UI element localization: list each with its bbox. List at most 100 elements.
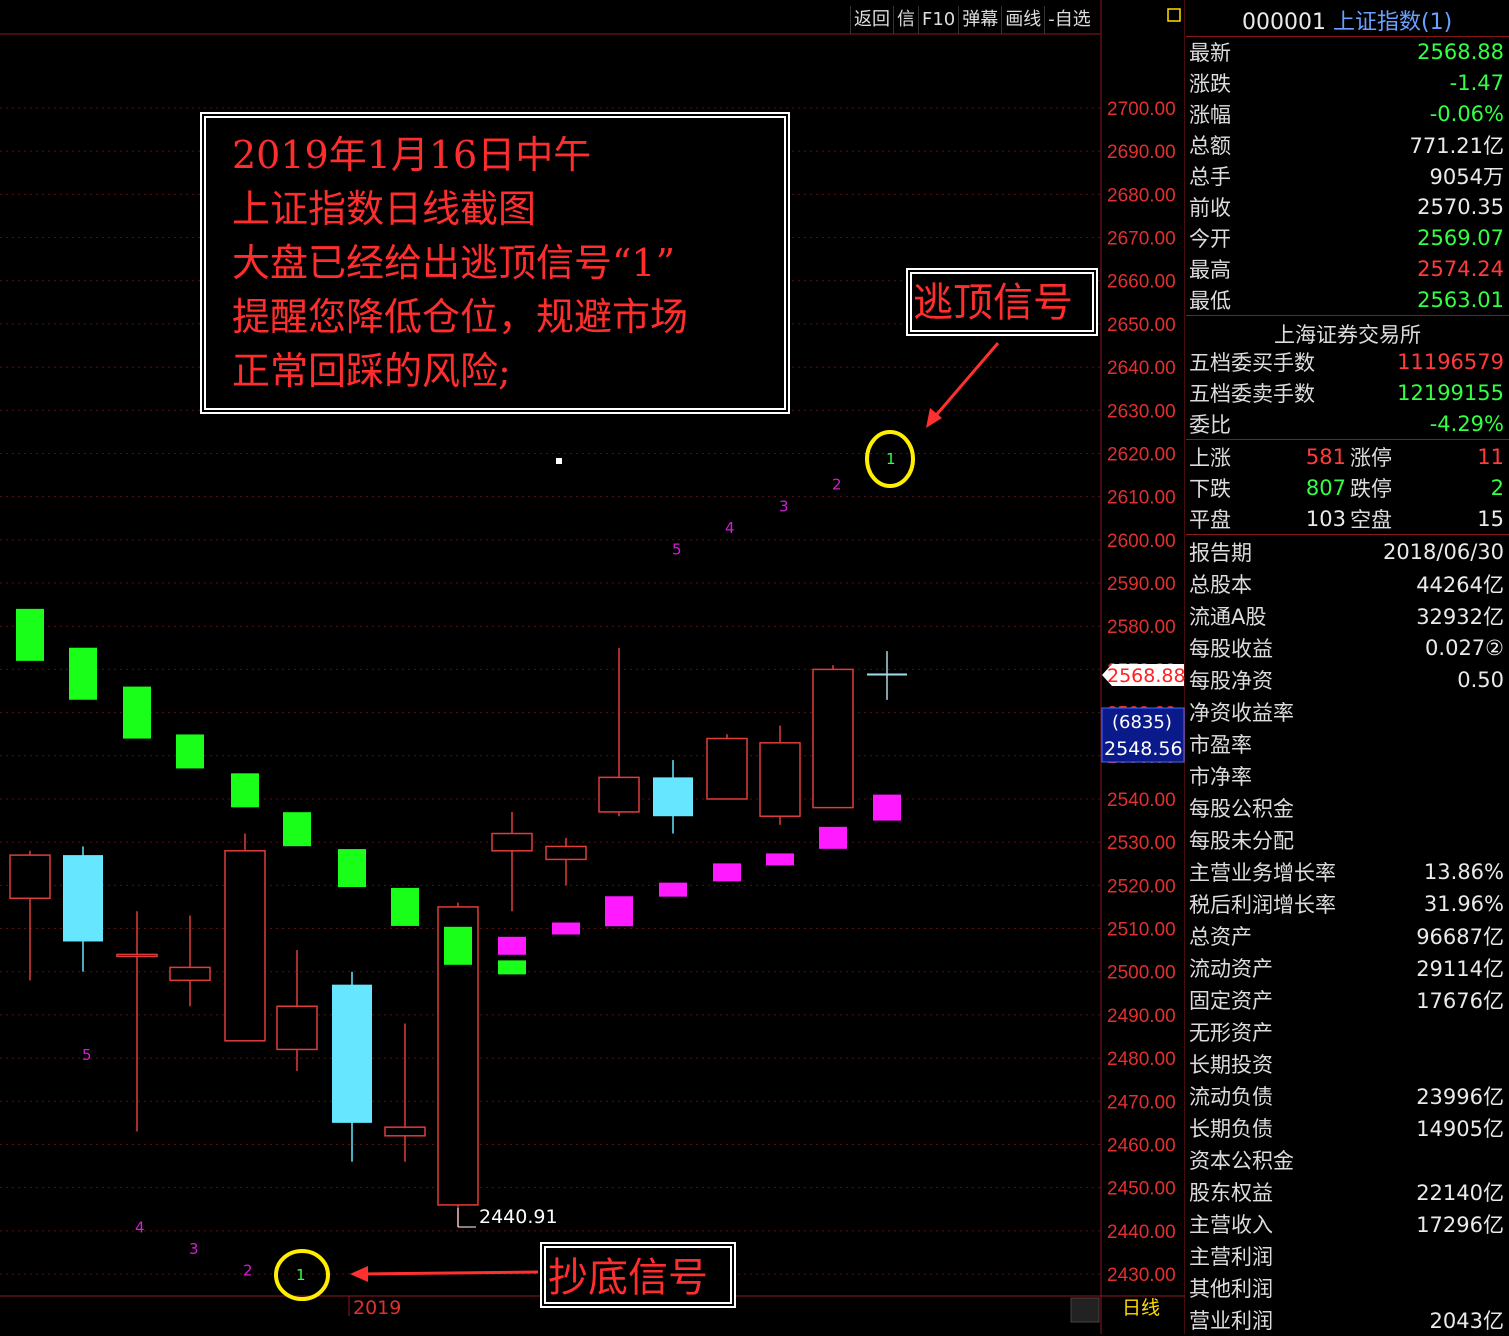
quote-row: 资本公积金 (1186, 1144, 1506, 1176)
quote-row: 其他利润 (1186, 1272, 1506, 1304)
magenta-signal-bar (498, 936, 526, 955)
row-value: 2563.01 (1417, 287, 1504, 312)
candle-body-up (9, 854, 51, 900)
toolbar-button-4[interactable]: 画线 (1001, 6, 1044, 34)
annotation-line: 大盘已经给出逃顶信号“1” (232, 241, 676, 285)
row-value: 2570.35 (1417, 194, 1504, 219)
toolbar-button-1[interactable]: 信 (893, 6, 918, 34)
y-tick-label: 2620.00 (1107, 444, 1176, 465)
y-tick-label: 2460.00 (1107, 1135, 1176, 1156)
quote-title: 000001 上证指数(1) (1242, 4, 1452, 36)
quote-row: 前收 2570.35 (1186, 191, 1506, 222)
magenta-signal-bar (605, 896, 633, 927)
breadth-cell: 2 (1490, 475, 1504, 500)
quote-row: 长期负债 14905亿 (1186, 1112, 1506, 1144)
breadth-cell: 下跌 (1189, 476, 1231, 501)
quote-row: 委比 -4.29% (1186, 408, 1506, 439)
crosshair-count: (6835) (1112, 712, 1172, 733)
year-label: 2019 (353, 1297, 401, 1319)
breadth-cell: 11 (1477, 444, 1504, 469)
breadth-row: 下跌 807 跌停 2 (1186, 472, 1506, 503)
row-label: 流动负债 (1189, 1085, 1273, 1109)
row-label: 总额 (1189, 133, 1231, 158)
quote-row: 固定资产 17676亿 (1186, 984, 1506, 1016)
chart-toolbar: 返回信 F10 弹幕 画线 -自选 (850, 6, 1094, 34)
row-label: 无形资产 (1189, 1021, 1273, 1045)
row-label: 税后利润增长率 (1189, 893, 1336, 917)
y-tick-label: 2640.00 (1107, 358, 1176, 379)
row-label: 总资产 (1189, 925, 1252, 949)
green-signal-bar (444, 926, 472, 965)
divider (1186, 439, 1509, 440)
quote-row: 最高 2574.24 (1186, 253, 1506, 284)
row-label: 其他利润 (1189, 1277, 1273, 1301)
candle-body-up (545, 845, 587, 861)
row-label: 主营收入 (1189, 1213, 1273, 1237)
sequence-number: 5 (82, 1046, 92, 1064)
row-value: 32932亿 (1416, 605, 1504, 629)
y-tick-label: 2530.00 (1107, 833, 1176, 854)
toolbar-button-5[interactable]: -自选 (1044, 6, 1094, 34)
quote-row: 每股公积金 (1186, 792, 1506, 824)
y-tick-label: 2450.00 (1107, 1179, 1176, 1200)
green-signal-bar (69, 647, 97, 700)
row-value: 23996亿 (1416, 1085, 1504, 1109)
quote-row: 五档委卖手数 12199155 (1186, 377, 1506, 408)
quote-row: 每股未分配 (1186, 824, 1506, 856)
row-value: -1.47 (1449, 70, 1504, 95)
row-label: 每股收益 (1189, 637, 1273, 661)
bottom-signal-arrow (361, 1270, 539, 1276)
candle-body-up (598, 776, 640, 813)
candle-body-down (63, 855, 103, 942)
toolbar-button-3[interactable]: 弹幕 (958, 6, 1001, 34)
magenta-signal-bar (713, 863, 741, 882)
sequence-number: 2 (243, 1262, 253, 1280)
y-tick-label: 2490.00 (1107, 1006, 1176, 1027)
quote-row: 主营利润 (1186, 1240, 1506, 1272)
row-label: 主营业务增长率 (1189, 861, 1336, 885)
row-label: 营业利润 (1189, 1309, 1273, 1333)
candle-body-up (224, 850, 266, 1042)
top-signal-arrow (930, 342, 1000, 421)
stock-code: 000001 (1242, 10, 1333, 35)
breadth-row: 平盘 103 空盘 15 (1186, 503, 1506, 534)
row-value: 22140亿 (1416, 1181, 1504, 1205)
stock-name: 上证指数(1) (1332, 10, 1453, 35)
quote-row: 总股本 44264亿 (1186, 568, 1506, 600)
row-value: 96687亿 (1416, 925, 1504, 949)
row-label: 报告期 (1189, 541, 1252, 565)
breadth-cell: 涨停 (1350, 445, 1392, 470)
row-label: 涨跌 (1189, 71, 1231, 96)
y-tick-label: 2440.00 (1107, 1222, 1176, 1243)
row-label: 前收 (1189, 195, 1231, 220)
y-tick-label: 2660.00 (1107, 272, 1176, 293)
breadth-cell: 15 (1477, 506, 1504, 531)
row-value: -0.06% (1429, 101, 1504, 126)
toolbar-button-2[interactable]: F10 (918, 6, 958, 34)
y-tick-label: 2520.00 (1107, 876, 1176, 897)
top-signal-label: 逃顶信号 (913, 280, 1073, 326)
quote-row: 营业利润 2043亿 (1186, 1304, 1506, 1336)
quote-row: 每股收益 0.027② (1186, 632, 1506, 664)
green-signal-bar (283, 812, 311, 847)
y-tick-label: 2580.00 (1107, 617, 1176, 638)
annotation-text: 2019年1月16日中午 上证指数日线截图 大盘已经给出逃顶信号“1” 提醒您降低仓位… (232, 128, 688, 398)
bottom-signal-arrowhead (350, 1266, 368, 1282)
sequence-number: 1 (886, 450, 896, 468)
sequence-number: 4 (135, 1218, 145, 1236)
toolbar-button-0[interactable]: 返回 (850, 6, 893, 34)
green-signal-bar (338, 849, 366, 888)
crosshair-price: 2548.56 (1104, 738, 1183, 760)
magenta-signal-bar (766, 853, 794, 866)
quote-row: 净资收益率 (1186, 696, 1506, 728)
row-value: 11196579 (1397, 349, 1504, 374)
green-signal-bar (391, 887, 419, 926)
quote-row: 税后利润增长率 31.96% (1186, 888, 1506, 920)
row-label: 每股未分配 (1189, 829, 1294, 853)
annotation-line: 提醒您降低仓位，规避市场 (232, 295, 689, 339)
quote-row: 股东权益 22140亿 (1186, 1176, 1506, 1208)
quote-row: 无形资产 (1186, 1016, 1506, 1048)
breadth-cell: 103 (1305, 506, 1346, 531)
row-value: 2043亿 (1429, 1309, 1504, 1333)
panel-toggle-icon (1167, 8, 1181, 22)
